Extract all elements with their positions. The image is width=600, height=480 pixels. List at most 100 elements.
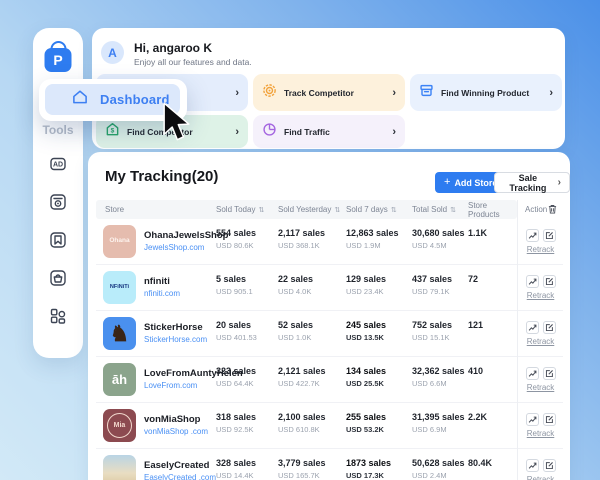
sidebar-item-dashboard[interactable]: Dashboard bbox=[45, 84, 180, 115]
store-logo: Mia bbox=[103, 409, 136, 442]
sold-today-cell: 554 sales USD 80.6K bbox=[216, 219, 278, 264]
feature-card-find-winning-product[interactable]: Find Winning Product › bbox=[410, 74, 562, 111]
store-link[interactable]: StickerHorse.com bbox=[144, 335, 207, 344]
table-row: Ohana OhanaJewelsShop JewelsShop.com 554… bbox=[96, 219, 517, 265]
tools-label: Tools bbox=[33, 123, 83, 137]
store-name: vonMiaShop bbox=[144, 415, 208, 426]
column-sold-today[interactable]: Sold Today⇅ bbox=[216, 205, 278, 214]
bookmark-icon[interactable] bbox=[49, 231, 67, 249]
edit-action-button[interactable] bbox=[543, 459, 556, 472]
avatar[interactable]: A bbox=[101, 41, 124, 64]
sold-today-cell: 5 sales USD 905.1 bbox=[216, 265, 278, 310]
chevron-right-icon: › bbox=[392, 87, 396, 99]
trash-icon[interactable] bbox=[548, 204, 557, 216]
price-tag-icon: $ bbox=[105, 122, 120, 142]
apps-grid-icon[interactable] bbox=[49, 307, 67, 325]
store-link[interactable]: nfiniti.com bbox=[144, 289, 180, 298]
store-cell: Ohana OhanaJewelsShop JewelsShop.com bbox=[96, 219, 216, 264]
svg-text:AD: AD bbox=[53, 162, 63, 169]
chart-action-button[interactable] bbox=[526, 321, 539, 334]
sold-today-cell: 323 sales USD 64.4K bbox=[216, 357, 278, 402]
archive-gear-icon[interactable] bbox=[49, 193, 67, 211]
feature-card-track-competitor[interactable]: Track Competitor › bbox=[253, 74, 405, 111]
edit-action-button[interactable] bbox=[543, 413, 556, 426]
store-cell: EaselyCreated EaselyCreated .com bbox=[96, 449, 216, 480]
store-products-cell: 410 bbox=[468, 357, 517, 402]
store-logo: ♞ bbox=[103, 317, 136, 350]
sale-tracking-button[interactable]: Sale Tracking › bbox=[494, 172, 570, 193]
store-link[interactable]: EaselyCreated .com bbox=[144, 473, 216, 480]
tracking-panel: My Tracking(20) + Add Store Sale Trackin… bbox=[88, 152, 570, 480]
app-root: P Tools AD A Hi, angaroo K Enjoy all our… bbox=[0, 0, 600, 480]
store-link[interactable]: vonMiaShop .com bbox=[144, 427, 208, 436]
edit-action-button[interactable] bbox=[543, 275, 556, 288]
sold-yesterday-cell: 2,121 sales USD 422.7K bbox=[278, 357, 346, 402]
edit-action-button[interactable] bbox=[543, 367, 556, 380]
basket-icon[interactable] bbox=[49, 269, 67, 287]
retrack-link[interactable]: Retrack bbox=[527, 475, 555, 480]
logo-letter: P bbox=[45, 48, 72, 72]
sold-yesterday-cell: 52 sales USD 1.0K bbox=[278, 311, 346, 356]
table-body: Ohana OhanaJewelsShop JewelsShop.com 554… bbox=[96, 219, 517, 480]
sort-icon: ⇅ bbox=[334, 206, 340, 214]
edit-action-button[interactable] bbox=[543, 321, 556, 334]
svg-text:$: $ bbox=[111, 127, 115, 134]
box-icon bbox=[419, 83, 434, 103]
store-products-cell: 2.2K bbox=[468, 403, 517, 448]
store-products-cell: 80.4K bbox=[468, 449, 517, 480]
page-title: My Tracking(20) bbox=[105, 168, 218, 185]
chevron-right-icon: › bbox=[392, 126, 396, 138]
feature-card-find-traffic[interactable]: Find Traffic › bbox=[253, 115, 405, 148]
chevron-right-icon: › bbox=[549, 87, 553, 99]
retrack-link[interactable]: Retrack bbox=[527, 291, 555, 300]
chart-action-button[interactable] bbox=[526, 275, 539, 288]
sold-7-days-cell: 255 sales USD 53.2K bbox=[346, 403, 412, 448]
sidebar-tool-icons: AD bbox=[33, 155, 83, 325]
sold-7-days-cell: 245 sales USD 13.5K bbox=[346, 311, 412, 356]
retrack-link[interactable]: Retrack bbox=[527, 245, 555, 254]
sort-icon: ⇅ bbox=[450, 206, 456, 214]
table-row: NFiNiTi nfiniti nfiniti.com 5 sales USD … bbox=[96, 265, 517, 311]
table-row: āh LoveFromAuntyHelen LoveFrom.com 323 s… bbox=[96, 357, 517, 403]
chart-action-button[interactable] bbox=[526, 229, 539, 242]
sold-7-days-cell: 12,863 sales USD 1.9M bbox=[346, 219, 412, 264]
sold-7-days-cell: 1873 sales USD 17.3K bbox=[346, 449, 412, 480]
store-cell: āh LoveFromAuntyHelen LoveFrom.com bbox=[96, 357, 216, 402]
app-logo[interactable]: P bbox=[45, 41, 72, 72]
store-logo: āh bbox=[103, 363, 136, 396]
store-name: EaselyCreated bbox=[144, 461, 216, 472]
store-products-cell: 72 bbox=[468, 265, 517, 310]
chart-action-button[interactable] bbox=[526, 367, 539, 380]
ad-icon[interactable]: AD bbox=[49, 155, 67, 173]
plus-icon: + bbox=[444, 177, 450, 188]
total-sold-cell: 752 sales USD 15.1K bbox=[412, 311, 468, 356]
column-sold-yesterday[interactable]: Sold Yesterday⇅ bbox=[278, 205, 346, 214]
action-cell: Retrack bbox=[518, 219, 563, 265]
action-column-header: Action bbox=[518, 200, 563, 219]
sidebar: P Tools AD bbox=[33, 28, 83, 358]
store-logo bbox=[103, 455, 136, 480]
action-cell: Retrack bbox=[518, 265, 563, 311]
table-row: ♞ StickerHorse StickerHorse.com 20 sales… bbox=[96, 311, 517, 357]
edit-action-button[interactable] bbox=[543, 229, 556, 242]
total-sold-cell: 30,680 sales USD 4.5M bbox=[412, 219, 468, 264]
retrack-link[interactable]: Retrack bbox=[527, 383, 555, 392]
column-total-sold[interactable]: Total Sold⇅ bbox=[412, 205, 468, 214]
sold-yesterday-cell: 2,100 sales USD 610.8K bbox=[278, 403, 346, 448]
sold-yesterday-cell: 3,779 sales USD 165.7K bbox=[278, 449, 346, 480]
total-sold-cell: 437 sales USD 79.1K bbox=[412, 265, 468, 310]
home-icon bbox=[71, 88, 89, 111]
sold-today-cell: 328 sales USD 14.4K bbox=[216, 449, 278, 480]
pie-chart-icon bbox=[262, 122, 277, 142]
action-cell: Retrack bbox=[518, 403, 563, 449]
sold-7-days-cell: 129 sales USD 23.4K bbox=[346, 265, 412, 310]
store-cell: ♞ StickerHorse StickerHorse.com bbox=[96, 311, 216, 356]
store-cell: NFiNiTi nfiniti nfiniti.com bbox=[96, 265, 216, 310]
retrack-link[interactable]: Retrack bbox=[527, 337, 555, 346]
retrack-link[interactable]: Retrack bbox=[527, 429, 555, 438]
column-sold-7-days[interactable]: Sold 7 days⇅ bbox=[346, 205, 412, 214]
chart-action-button[interactable] bbox=[526, 413, 539, 426]
action-column: Action Retrack Retrack bbox=[517, 200, 563, 480]
chart-action-button[interactable] bbox=[526, 459, 539, 472]
feature-card-label: Find Winning Product bbox=[441, 88, 529, 98]
